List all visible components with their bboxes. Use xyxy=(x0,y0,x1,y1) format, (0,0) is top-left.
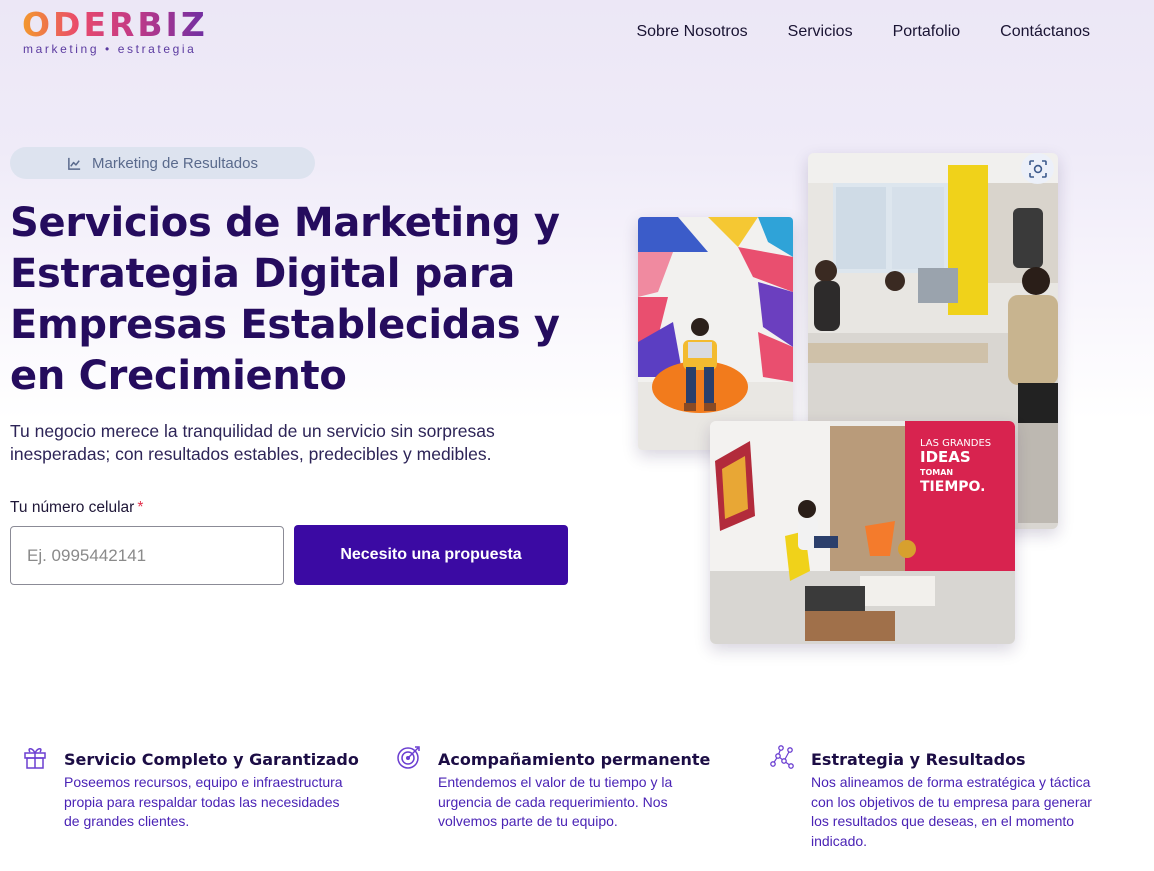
lounge-photo: LAS GRANDES IDEAS TOMAN TIEMPO. xyxy=(710,421,1015,644)
nav-link-sobre-nosotros[interactable]: Sobre Nosotros xyxy=(636,22,747,42)
network-icon xyxy=(770,745,794,769)
phone-label: Tu número celular * xyxy=(10,499,143,517)
marketing-badge-label: Marketing de Resultados xyxy=(92,154,258,172)
chart-line-icon xyxy=(68,157,81,170)
phone-label-text: Tu número celular xyxy=(10,499,135,516)
main-nav: Sobre Nosotros Servicios Portafolio Cont… xyxy=(636,22,1090,42)
lens-scan-icon xyxy=(1028,159,1047,178)
hero-subtitle: Tu negocio merece la tranquilidad de un … xyxy=(10,421,495,464)
nav-link-servicios[interactable]: Servicios xyxy=(788,22,853,42)
request-proposal-button[interactable]: Necesito una propuesta xyxy=(294,525,568,585)
feature-title: Acompañamiento permanente xyxy=(438,750,711,769)
required-mark: * xyxy=(137,499,144,516)
marketing-badge: Marketing de Resultados xyxy=(10,147,315,179)
nav-link-portafolio[interactable]: Portafolio xyxy=(893,22,961,42)
feature-title: Servicio Completo y Garantizado xyxy=(64,750,359,769)
target-icon xyxy=(397,746,420,769)
logo-tagline: marketing • estrategia xyxy=(23,42,197,56)
visual-search-button[interactable] xyxy=(1021,153,1054,184)
hero-title: Servicios de Marketing y Estrategia Digi… xyxy=(10,200,560,399)
phone-input[interactable] xyxy=(10,526,284,585)
logo[interactable]: ODERBIZ marketing • estrategia xyxy=(22,5,208,57)
nav-link-contactanos[interactable]: Contáctanos xyxy=(1000,22,1090,42)
feature-text: Poseemos recursos, equipo e infraestruct… xyxy=(64,774,343,830)
feature-title: Estrategia y Resultados xyxy=(811,750,1026,769)
wall-sign-line-2: IDEAS xyxy=(920,448,971,466)
gift-icon xyxy=(24,748,46,769)
feature-text: Nos alineamos de forma estratégica y tác… xyxy=(811,774,1092,850)
wall-sign-line-3: TOMAN xyxy=(920,468,953,477)
colorful-wall-photo xyxy=(638,217,793,450)
feature-text: Entendemos el valor de tu tiempo y la ur… xyxy=(438,774,673,830)
logo-wordmark: ODERBIZ xyxy=(22,5,208,44)
wall-sign-line-4: TIEMPO. xyxy=(920,479,985,495)
